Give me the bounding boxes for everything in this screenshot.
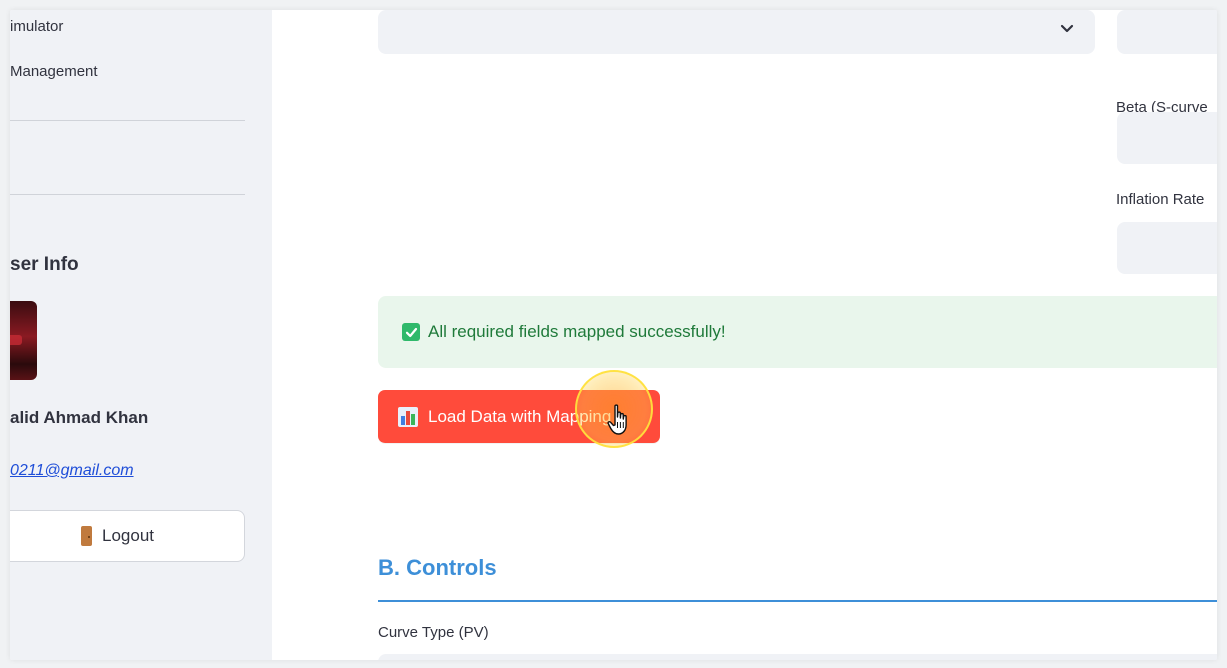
app-window: imulator Management ser Info alid Ahmad … bbox=[10, 10, 1217, 660]
section-divider bbox=[378, 600, 1217, 602]
load-data-button[interactable]: Load Data with Mapping bbox=[378, 390, 660, 443]
section-title: B. Controls bbox=[378, 555, 497, 580]
number-input-top[interactable] bbox=[1117, 10, 1217, 54]
user-info-heading: ser Info bbox=[10, 254, 79, 275]
avatar bbox=[10, 301, 37, 380]
sidebar-item-label: Management bbox=[10, 63, 98, 80]
curve-type-select[interactable] bbox=[378, 654, 1217, 660]
sidebar-item-simulator[interactable]: imulator bbox=[10, 18, 63, 35]
success-message: All required fields mapped successfully! bbox=[428, 322, 726, 341]
door-icon bbox=[81, 526, 92, 546]
sidebar-divider bbox=[10, 194, 245, 195]
logout-label: Logout bbox=[102, 526, 154, 545]
logout-button[interactable]: Logout bbox=[10, 510, 245, 562]
mapping-select[interactable] bbox=[378, 10, 1095, 54]
inflation-rate-label: Inflation Rate bbox=[1116, 191, 1205, 208]
sidebar-item-label: imulator bbox=[10, 18, 64, 35]
user-email-link[interactable]: 0211@gmail.com bbox=[10, 462, 134, 480]
sidebar-divider bbox=[10, 120, 245, 121]
curve-type-label: Curve Type (PV) bbox=[378, 624, 489, 641]
check-icon bbox=[402, 323, 420, 341]
bar-chart-icon bbox=[398, 406, 418, 427]
inflation-rate-input[interactable] bbox=[1117, 222, 1217, 274]
beta-input[interactable] bbox=[1117, 112, 1217, 164]
sidebar: imulator Management ser Info alid Ahmad … bbox=[10, 10, 272, 660]
sidebar-item-management[interactable]: Management bbox=[10, 63, 98, 80]
chevron-down-icon bbox=[1060, 24, 1074, 33]
success-alert: All required fields mapped successfully! bbox=[378, 296, 1217, 368]
user-name: alid Ahmad Khan bbox=[10, 408, 149, 427]
load-data-label: Load Data with Mapping bbox=[428, 406, 612, 426]
